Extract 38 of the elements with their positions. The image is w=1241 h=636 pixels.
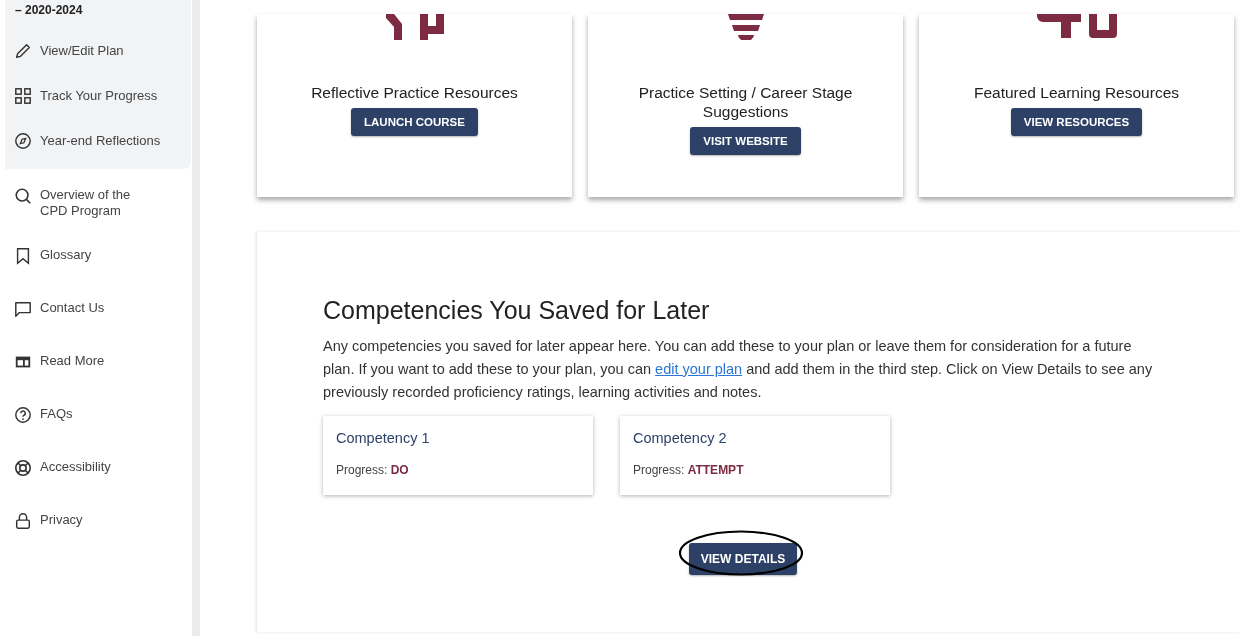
competency-title: Competency 1 xyxy=(336,430,431,446)
card-button[interactable]: LAUNCH COURSE xyxy=(351,108,478,136)
competency-card[interactable]: Competency 1 Progress: DO xyxy=(323,416,593,495)
chat-icon xyxy=(14,300,32,318)
bookmark-icon xyxy=(14,247,32,265)
pipe-drawing xyxy=(385,14,444,40)
sidebar-link[interactable]: Contact Us xyxy=(5,300,192,353)
lightbulb-icon xyxy=(727,14,764,40)
progress-text: Progress: ATTEMPT xyxy=(633,463,745,477)
search-icon xyxy=(14,187,32,205)
card-title: Practice Setting / Career Stage Suggestions xyxy=(637,83,854,121)
competency-card[interactable]: Competency 2 Progress: ATTEMPT xyxy=(620,416,890,495)
grid-icon xyxy=(14,86,32,105)
sidebar-link[interactable]: Glossary xyxy=(5,247,192,300)
section-heading: Competencies You Saved for Later xyxy=(323,296,711,325)
card-title: Reflective Practice Resources xyxy=(310,83,519,102)
plan-period: – 2020-2024 xyxy=(15,4,83,17)
section-description: Any competencies you saved for later appear here. You can add these to your plan or leave them for consideration for a future plan. If you want to add these to your plan, you can edit your plan and add them in the third step. Click on View Details to see any previously recorded proficiency ratings, learning activities and notes. xyxy=(323,337,1154,402)
sidebar-link[interactable]: Overview of the CPD Program xyxy=(5,187,192,247)
help-icon xyxy=(14,406,32,424)
lock-icon xyxy=(14,512,32,530)
card-title: Featured Learning Resources xyxy=(972,83,1181,102)
lifebuoy-icon xyxy=(14,459,32,477)
sidebar-link[interactable]: Year-end Reflections xyxy=(5,118,191,163)
card-button[interactable]: VIEW RESOURCES xyxy=(1010,108,1143,136)
competency-title: Competency 2 xyxy=(633,430,728,446)
progress-text: Progress: DO xyxy=(336,463,410,477)
compass-icon xyxy=(14,131,32,150)
sidebar-link[interactable]: Read More xyxy=(5,353,192,406)
edit-plan-link[interactable]: edit your plan xyxy=(655,361,743,377)
pencil-icon xyxy=(14,41,32,60)
view-details-button[interactable]: VIEW DETAILS xyxy=(688,543,798,575)
sidebar-link[interactable]: Privacy xyxy=(5,512,192,565)
sidebar-link[interactable]: Accessibility xyxy=(5,459,192,512)
sidebar-link[interactable]: FAQs xyxy=(5,406,192,459)
card-button[interactable]: VISIT WEBSITE xyxy=(690,127,801,155)
sidebar-link[interactable]: View/Edit Plan xyxy=(5,28,191,73)
sidebar-link[interactable]: Track Your Progress xyxy=(5,73,191,118)
